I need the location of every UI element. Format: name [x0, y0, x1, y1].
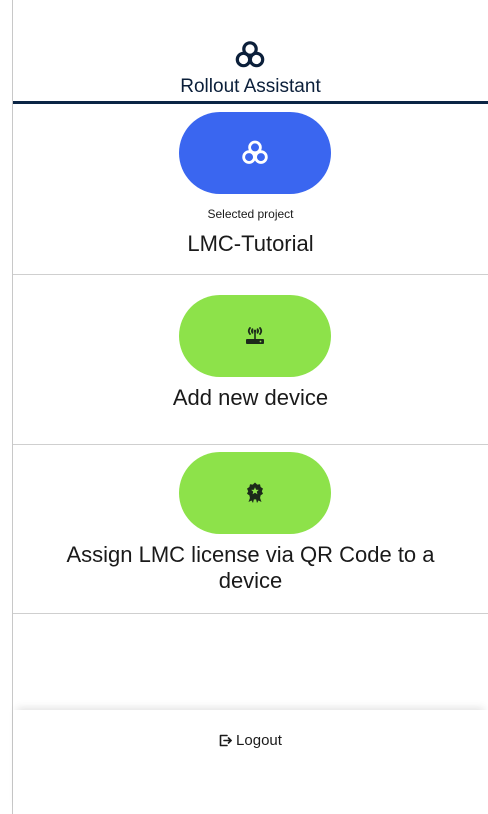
- logout-button[interactable]: Logout: [13, 732, 488, 749]
- add-device-section: Add new device: [13, 275, 488, 445]
- router-wireless-icon: [246, 327, 264, 344]
- app-footer: Logout: [13, 710, 488, 814]
- cloud-network-icon: [235, 41, 265, 68]
- selected-project-name: LMC-Tutorial: [187, 231, 314, 256]
- logout-label: Logout: [236, 732, 282, 749]
- app-header: Rollout Assistant: [13, 0, 488, 101]
- select-project-button[interactable]: [179, 112, 331, 194]
- certificate-badge-icon: [247, 482, 263, 503]
- selected-project-caption: Selected project: [207, 207, 294, 221]
- add-device-label: Add new device: [172, 385, 329, 410]
- assign-license-section: Assign LMC license via QR Code to a devi…: [13, 445, 488, 614]
- app-title: Rollout Assistant: [180, 76, 321, 97]
- rollout-assistant-app: Rollout Assistant Selected project LMC-T…: [0, 0, 488, 814]
- cloud-network-icon: [242, 140, 268, 164]
- assign-license-label: Assign LMC license via QR Code to a devi…: [66, 542, 435, 593]
- add-device-button[interactable]: [179, 295, 331, 377]
- assign-license-button[interactable]: [179, 452, 331, 534]
- selected-project-section: Selected project LMC-Tutorial: [13, 104, 488, 275]
- logout-icon: [219, 734, 232, 747]
